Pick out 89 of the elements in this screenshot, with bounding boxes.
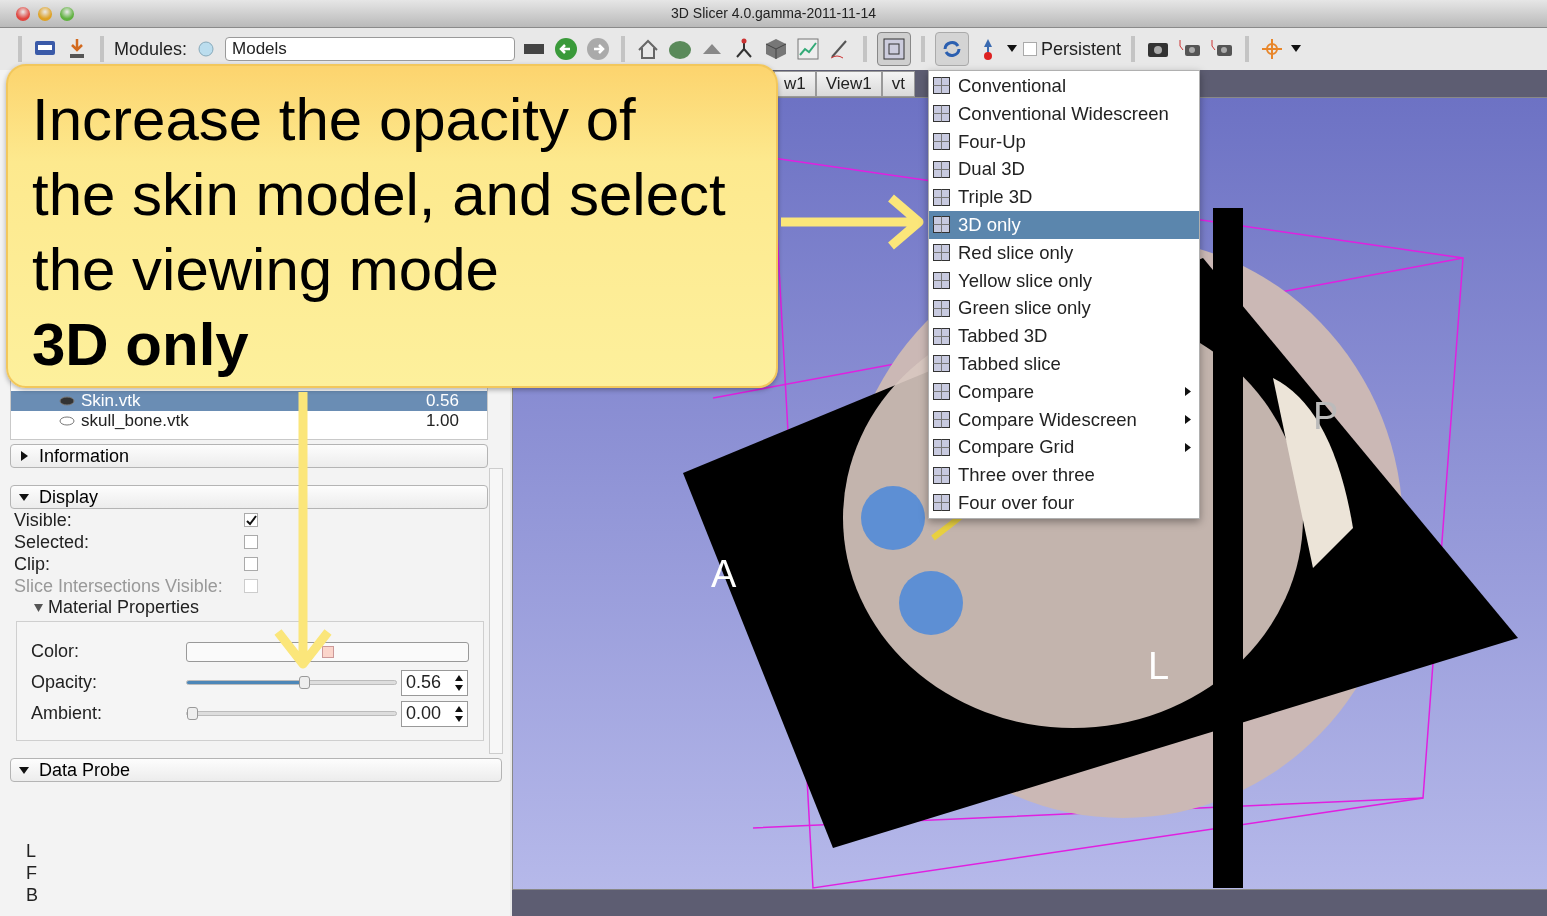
probe-text: B — [25, 884, 39, 906]
module-selector[interactable]: Models — [225, 37, 516, 61]
caret-icon[interactable] — [1291, 45, 1302, 53]
menu-item[interactable]: Triple 3D — [929, 183, 1199, 211]
checkbox[interactable] — [244, 513, 258, 527]
menu-item[interactable]: Four over four — [929, 488, 1199, 517]
zoom-button[interactable] — [60, 6, 74, 21]
opacity-value: 1.00 — [425, 411, 459, 431]
menu-item[interactable]: Dual 3D — [929, 155, 1199, 184]
checkbox-label: Selected: — [14, 531, 91, 553]
submenu-arrow-icon — [1185, 387, 1191, 397]
menu-item[interactable]: Compare Grid — [929, 433, 1199, 462]
view-tab[interactable]: w1 — [774, 71, 816, 97]
layout-icon — [933, 383, 950, 401]
layout-icon — [933, 244, 950, 262]
eye-icon — [59, 396, 75, 406]
layout-icon — [933, 466, 950, 484]
eye-icon — [59, 416, 75, 426]
expand-triangle-icon — [19, 451, 29, 461]
layout-icon — [882, 37, 907, 61]
instruction-text: Increase the opacity of the skin model, and select the viewing mode 3D only — [32, 85, 727, 380]
layout-icon — [933, 133, 950, 150]
scrollbar[interactable] — [489, 468, 503, 754]
forward-icon[interactable] — [585, 36, 612, 62]
layout-icon — [933, 299, 950, 317]
section-header[interactable]: Information — [10, 444, 488, 468]
section-header[interactable]: Data Probe — [10, 758, 502, 782]
menu-item[interactable]: Compare — [929, 377, 1199, 406]
layout-icon — [933, 410, 950, 428]
layout-icon — [933, 77, 950, 95]
menu-item[interactable]: Yellow slice only — [929, 266, 1199, 295]
slider-thumb[interactable] — [187, 707, 198, 720]
field-label: Color: — [31, 640, 80, 663]
model-name: skull_bone.vtk — [81, 411, 190, 431]
menu-item[interactable]: Tabbed slice — [929, 349, 1199, 378]
orientation-label: L — [1148, 644, 1170, 689]
field-label: Opacity: — [31, 671, 99, 694]
menu-item[interactable]: Compare Widescreen — [929, 405, 1199, 434]
view-tab[interactable]: vt — [881, 71, 915, 97]
layout-icon — [933, 355, 950, 373]
menu-item[interactable]: Conventional — [929, 72, 1199, 100]
model-name: Skin.vtk — [81, 391, 142, 411]
collapse-triangle-icon — [19, 765, 29, 775]
field-label: Ambient: — [31, 702, 104, 725]
window-title: 3D Slicer 4.0.gamma-2011-11-14 — [671, 4, 876, 23]
menu-item[interactable]: Conventional Widescreen — [929, 99, 1199, 128]
color-picker[interactable] — [186, 641, 469, 662]
layout-icon — [933, 494, 950, 512]
view-tab[interactable]: View1 — [815, 71, 882, 97]
layout-icon — [933, 160, 950, 178]
refresh-button[interactable] — [935, 32, 970, 66]
layout-icon — [933, 216, 950, 234]
layout-icon — [933, 271, 950, 289]
caret-icon[interactable] — [1007, 45, 1018, 53]
section-label: Material Properties — [48, 595, 200, 619]
layout-icon — [933, 438, 950, 456]
menu-item[interactable]: Four-Up — [929, 127, 1199, 156]
layout-icon — [933, 327, 950, 345]
minimize-button[interactable] — [38, 6, 52, 21]
modules-label: Modules: — [114, 37, 188, 61]
layout-button[interactable] — [877, 32, 912, 66]
menu-item[interactable]: Green slice only — [929, 294, 1199, 323]
menu-item[interactable]: 3D only — [929, 211, 1199, 239]
submenu-arrow-icon — [1185, 414, 1191, 424]
menu-item[interactable]: Red slice only — [929, 238, 1199, 267]
layout-icon — [933, 105, 950, 123]
menu-item[interactable]: Three over three — [929, 461, 1199, 489]
opacity-value: 0.56 — [425, 391, 459, 411]
spin-box[interactable]: 0.56 — [401, 669, 468, 696]
close-button[interactable] — [16, 6, 30, 21]
checkbox-label: Clip: — [14, 553, 51, 575]
chart-icon[interactable] — [795, 36, 822, 62]
collapse-triangle-icon — [19, 492, 29, 502]
tree-row[interactable]: skull_bone.vtk 1.00 — [11, 411, 487, 431]
persistent-checkbox[interactable]: Persistent — [1023, 35, 1122, 63]
submenu-arrow-icon — [1185, 442, 1191, 452]
probe-text: L — [25, 840, 37, 862]
menu-item[interactable]: Tabbed 3D — [929, 322, 1199, 350]
slider-thumb[interactable] — [299, 676, 311, 689]
collapse-triangle-icon[interactable] — [34, 602, 43, 612]
probe-text: F — [25, 862, 38, 884]
checkbox[interactable] — [244, 557, 258, 571]
back-icon[interactable] — [553, 36, 580, 62]
checkbox-label: Slice Intersections Visible: — [14, 575, 224, 597]
layout-icon — [933, 188, 950, 206]
checkbox[interactable] — [244, 535, 258, 549]
spin-box[interactable]: 0.00 — [401, 700, 468, 727]
checkbox-label: Visible: — [14, 509, 73, 531]
section-header[interactable]: Display — [10, 485, 488, 509]
